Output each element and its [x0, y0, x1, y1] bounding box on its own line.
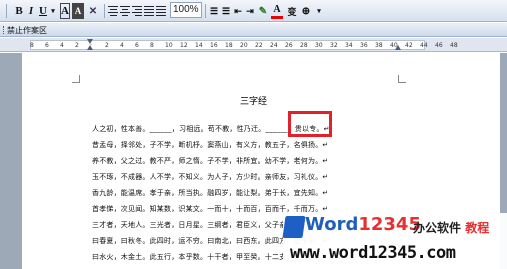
- restrict-editing-label[interactable]: 禁止作案区: [7, 25, 47, 36]
- ruler-tick-label: 34: [345, 42, 353, 49]
- document-title: 三字经: [239, 97, 267, 107]
- ruler-tick-label: 26: [285, 42, 293, 49]
- underline-button[interactable]: U: [38, 3, 48, 19]
- ruler-tick-label: 4: [60, 42, 64, 49]
- watermark-url: www.word12345.com: [290, 243, 456, 263]
- text-line: 养不教，父之过。教不严，师之惰。子不学，非所宜。幼不学，老何为。↵: [92, 157, 329, 165]
- ruler-tick-label: 32: [330, 42, 338, 49]
- formatting-toolbar: B I U ▾ A A ✕ 100% ☰ ☰ ⇤ ⇥ ✎ A 变 ⊕ ▾: [0, 0, 507, 22]
- ruler-tick-label: 46: [435, 42, 443, 49]
- justify-icon[interactable]: [144, 3, 154, 19]
- italic-button[interactable]: I: [26, 3, 36, 19]
- line-spacing-combo[interactable]: 100%: [170, 2, 202, 18]
- secondary-toolbar: 禁止作案区: [0, 23, 507, 37]
- enclose-char-icon[interactable]: ⊕: [300, 3, 312, 19]
- ruler-tick-label: 48: [450, 42, 458, 49]
- highlight-box: [288, 111, 332, 137]
- ruler-tick-label: 42: [405, 42, 413, 49]
- bullets-icon[interactable]: ☰: [221, 3, 231, 19]
- align-center-icon[interactable]: [120, 3, 130, 19]
- text-line: 昔孟母，择邻处，子不学，断机杼。窦燕山，有义方，教五子，名俱扬。↵: [92, 141, 329, 149]
- ruler-tick-label: 8: [150, 42, 154, 49]
- ruler-tick-label: 14: [195, 42, 203, 49]
- ruler-tick-label: 30: [315, 42, 323, 49]
- align-left-icon[interactable]: [108, 3, 118, 19]
- highlight-icon[interactable]: ✎: [257, 3, 269, 19]
- toolbar-options-icon[interactable]: ▾: [316, 3, 322, 19]
- ruler-tick-label: 36: [360, 42, 368, 49]
- horizontal-ruler[interactable]: 8 6 4 2 · 2 4 6 8 10 12 14 16 18 20 22 24 26 28 30 32 34 36 38 4…: [0, 38, 507, 52]
- ruler-tick-label: 2: [105, 42, 109, 49]
- char-scale-icon[interactable]: ✕: [86, 3, 100, 19]
- sub-office: 办公软件: [413, 221, 462, 235]
- ruler-tick-label: 40: [390, 42, 398, 49]
- char-shading-button[interactable]: A: [72, 3, 84, 19]
- bold-button[interactable]: B: [14, 3, 24, 19]
- ruler-tick-label: 22: [255, 42, 263, 49]
- ruler-tick-label: 24: [270, 42, 278, 49]
- font-color-button[interactable]: A: [271, 3, 283, 19]
- brand-word: Word: [305, 214, 359, 235]
- ruler-tick-label: 28: [300, 42, 308, 49]
- align-right-icon[interactable]: [132, 3, 142, 19]
- increase-indent-icon[interactable]: ⇥: [245, 3, 255, 19]
- sub-tutorial: 教程: [465, 221, 490, 235]
- char-border-button[interactable]: A: [60, 3, 70, 19]
- toolbar-grip: [6, 4, 7, 18]
- ruler-tick-label: 6: [45, 42, 49, 49]
- ruler-tick-label: 12: [180, 42, 188, 49]
- crop-mark-left: [72, 75, 80, 83]
- ruler-tick-label: 18: [225, 42, 233, 49]
- text-line: 香九龄，能温席。孝于亲，所当执。融四岁，能让梨。弟于长，宜先知。↵: [92, 189, 329, 197]
- ruler-tick-label: 4: [120, 42, 124, 49]
- ruler-tick-label: 38: [375, 42, 383, 49]
- toolbar-grip: [3, 26, 5, 34]
- crop-mark-right: [398, 75, 406, 83]
- phonetic-guide-button[interactable]: 变: [286, 3, 298, 19]
- ruler-tick-label: 20: [240, 42, 248, 49]
- ruler-tick-label: 16: [210, 42, 218, 49]
- ruler-tick-label: 8: [30, 42, 34, 49]
- distributed-icon[interactable]: [156, 3, 166, 19]
- ruler-tick-label: ·: [90, 42, 92, 49]
- watermark-subtitle: 办公软件 教程: [413, 219, 489, 236]
- numbering-icon[interactable]: ☰: [209, 3, 219, 19]
- decrease-indent-icon[interactable]: ⇤: [233, 3, 243, 19]
- ruler-tick-label: 44: [420, 42, 428, 49]
- text-line: 玉不琢，不成器。人不学，不知义。为人子，方少时。亲师友，习礼仪。↵: [92, 173, 329, 181]
- brand-logo-icon: [282, 216, 306, 238]
- brand-number: 12345: [358, 214, 421, 235]
- toolbar-separator: [104, 4, 105, 18]
- ruler-tick-label: 6: [135, 42, 139, 49]
- ruler-tick-label: 10: [165, 42, 173, 49]
- watermark-brand: Word12345: [305, 214, 421, 235]
- toolbar-separator: [205, 4, 206, 18]
- ruler-tick-label: 2: [75, 42, 79, 49]
- dropdown-arrow-icon[interactable]: ▾: [50, 3, 56, 19]
